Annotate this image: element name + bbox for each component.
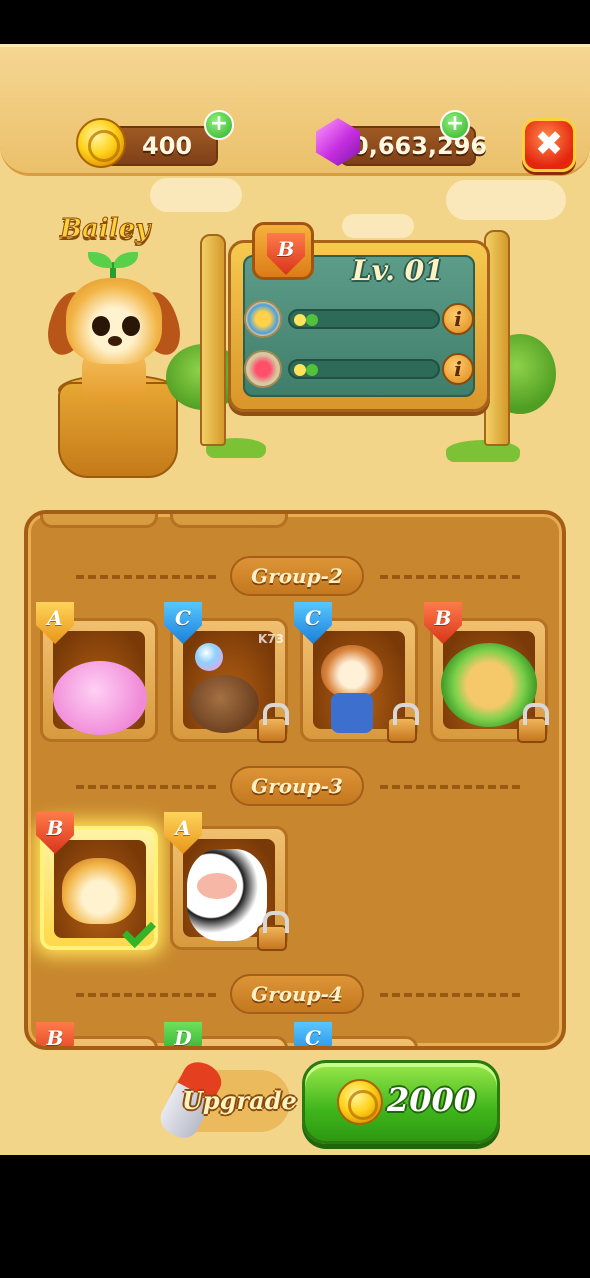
lock-icon <box>257 911 289 951</box>
group-label: Group-2 <box>230 556 364 596</box>
group-separator: Group-2 <box>28 556 562 596</box>
stat-progress-track <box>288 309 440 329</box>
lock-icon <box>517 703 549 743</box>
stat-info-button[interactable]: i <box>442 303 474 335</box>
overalls-icon <box>331 693 373 733</box>
puppy-eye <box>92 316 110 336</box>
rank-shield-icon: C <box>294 1022 332 1046</box>
divider <box>76 575 216 579</box>
stat-progress-track <box>288 359 440 379</box>
sign-post-left <box>200 234 226 446</box>
pink-elephant-icon <box>53 661 147 735</box>
wings-icon <box>244 300 282 338</box>
navigation-bar <box>0 1155 590 1278</box>
pet-name: Bailey <box>59 214 151 245</box>
divider <box>380 785 520 789</box>
rank-shield-icon: D <box>164 1022 202 1046</box>
gem-amount: 0,663,296 <box>352 132 488 160</box>
pet-collection-panel[interactable]: Group-2 A C C B Group-3 B A Group-4 B D … <box>24 510 566 1050</box>
cloud-decoration <box>150 178 242 212</box>
rank-shield-icon: B <box>36 1022 74 1046</box>
divider <box>76 993 216 997</box>
rank-shield-icon: B <box>267 233 305 275</box>
coin-icon <box>76 118 126 168</box>
group-separator: Group-3 <box>28 766 562 806</box>
puppy-icon <box>62 858 136 924</box>
puppy-eye <box>122 316 140 336</box>
raccoon-icon <box>321 645 383 699</box>
watermark: K73 <box>258 632 284 646</box>
group-label: Group-4 <box>230 974 364 1014</box>
progress-dot <box>294 364 306 376</box>
resource-bar: 400 + 0,663,296 + ✖ <box>0 44 590 176</box>
game-screen: 400 + 0,663,296 + ✖ Bailey B Lv. 01 i i … <box>0 44 590 1155</box>
leaf-icon <box>88 252 112 268</box>
pet-slot[interactable] <box>40 514 158 528</box>
cloud-decoration <box>342 214 414 238</box>
coin-amount: 400 <box>142 132 193 160</box>
divider <box>380 575 520 579</box>
lock-icon <box>387 703 419 743</box>
close-button[interactable]: ✖ <box>522 118 576 172</box>
add-gems-button[interactable]: + <box>440 110 470 140</box>
divider <box>76 785 216 789</box>
ball-icon <box>195 643 223 671</box>
upgrade-cost: 2000 <box>387 1081 477 1119</box>
add-coins-button[interactable]: + <box>204 110 234 140</box>
puppy-head <box>66 278 162 364</box>
cow-snout <box>197 873 237 899</box>
seal-icon <box>189 675 259 733</box>
pet-level: Lv. 01 <box>352 254 444 287</box>
group-label: Group-3 <box>230 766 364 806</box>
cloud-decoration <box>446 180 566 220</box>
divider <box>380 993 520 997</box>
close-icon: ✖ <box>534 124 564 164</box>
upgrade-cost-button[interactable]: 2000 <box>302 1060 500 1144</box>
upgrade-button[interactable]: Upgrade <box>140 1052 297 1144</box>
pet-rank-badge: B <box>252 222 314 280</box>
coin-icon <box>337 1079 383 1125</box>
lock-icon <box>257 703 289 743</box>
progress-dot <box>294 314 306 326</box>
puppy-nose <box>108 336 122 346</box>
pet-puppy[interactable] <box>40 244 188 404</box>
stat-row-flight: i <box>244 300 474 340</box>
status-bar <box>0 0 590 44</box>
stat-info-button[interactable]: i <box>442 353 474 385</box>
upgrade-label: Upgrade <box>182 1086 297 1115</box>
heart-icon <box>244 350 282 388</box>
progress-dot <box>306 364 318 376</box>
stat-row-health: i <box>244 350 474 390</box>
pet-slot[interactable] <box>170 514 288 528</box>
progress-dot <box>306 314 318 326</box>
leaf-icon <box>114 252 138 268</box>
group-separator: Group-4 <box>28 974 562 1014</box>
